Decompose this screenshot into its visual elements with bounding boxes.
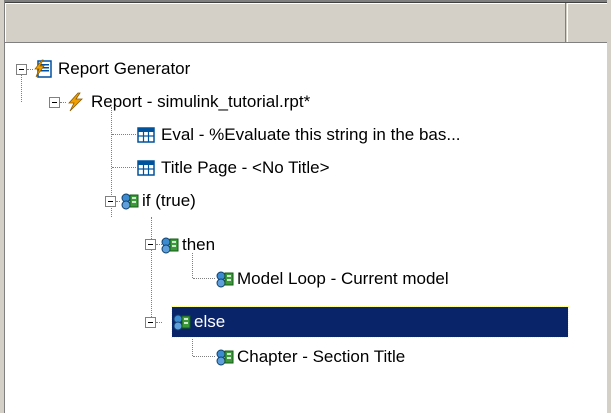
tree-item-label: Chapter - Section Title — [237, 347, 406, 366]
tree-item-if-true[interactable]: if (true) — [120, 186, 320, 216]
table-grid-icon — [136, 158, 156, 178]
tree-item-chapter[interactable]: Chapter - Section Title — [215, 342, 515, 372]
tree-item-label: Report - simulink_tutorial.rpt* — [91, 92, 311, 111]
collapse-toggle[interactable] — [145, 317, 156, 328]
logic-component-icon — [215, 269, 235, 289]
tree-item-eval[interactable]: Eval - %Evaluate this string in the bas.… — [136, 120, 566, 150]
tree-line — [193, 356, 215, 357]
tree-item-label: else — [194, 312, 226, 331]
report-explorer-outline-window: Report Generator Report - simulink_tutor… — [0, 0, 611, 413]
tree-item-title-page[interactable]: Title Page - <No Title> — [136, 153, 436, 183]
tree-item-label: Eval - %Evaluate this string in the bas.… — [161, 125, 461, 144]
logic-component-icon — [215, 347, 235, 367]
tree-item-label: Title Page - <No Title> — [161, 158, 330, 177]
collapse-toggle[interactable] — [16, 64, 27, 75]
column-header-name[interactable] — [5, 3, 566, 42]
tree-item-else[interactable]: else — [160, 307, 560, 337]
tree-item-model-loop[interactable]: Model Loop - Current model — [215, 264, 535, 294]
collapse-toggle[interactable] — [49, 97, 60, 108]
frame-right-border — [607, 0, 611, 413]
tree-line — [151, 217, 152, 321]
tree-line — [112, 134, 136, 135]
tree-item-report-generator[interactable]: Report Generator — [33, 54, 283, 84]
tree-item-label: Report Generator — [58, 59, 191, 78]
outline-tree: Report Generator Report - simulink_tutor… — [5, 43, 607, 413]
logic-component-icon — [172, 312, 192, 332]
tree-item-label: if (true) — [142, 191, 196, 210]
collapse-toggle[interactable] — [105, 196, 116, 207]
collapse-toggle[interactable] — [145, 239, 156, 250]
tree-line — [193, 278, 215, 279]
tree-item-label: then — [182, 235, 216, 254]
tree-line — [112, 167, 136, 168]
report-generator-icon — [33, 59, 53, 79]
tree-line — [21, 74, 22, 102]
column-header-extra[interactable] — [567, 3, 607, 42]
logic-component-icon — [160, 235, 180, 255]
logic-component-icon — [120, 191, 140, 211]
table-grid-icon — [136, 125, 156, 145]
lightning-icon — [66, 92, 86, 112]
tree-column-header — [5, 3, 607, 43]
tree-item-then[interactable]: then — [160, 230, 360, 260]
tree-item-label: Model Loop - Current model — [237, 269, 449, 288]
tree-item-report[interactable]: Report - simulink_tutorial.rpt* — [66, 87, 356, 117]
